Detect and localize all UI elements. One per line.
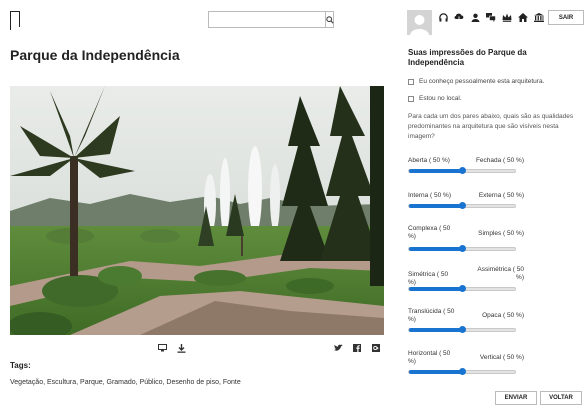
tags-label: Tags: <box>10 361 31 370</box>
slider-fill <box>409 287 462 291</box>
avatar-icon <box>407 10 432 35</box>
slider-thumb[interactable] <box>458 326 466 333</box>
crown-icon[interactable] <box>502 12 512 22</box>
quality-slider[interactable] <box>408 368 516 375</box>
submit-button[interactable]: ENVIAR <box>495 391 537 405</box>
pair-left-label: Simétrica ( 50 %) <box>408 271 449 286</box>
search-box <box>208 11 334 28</box>
pair-left-label: Complexa ( 50 %) <box>408 225 451 240</box>
back-button[interactable]: VOLTAR <box>540 391 582 405</box>
survey-title: Suas impressões do Parque da Independênc… <box>408 48 527 67</box>
landscape-photo <box>10 86 384 335</box>
avatar[interactable] <box>407 10 432 35</box>
twitter-icon[interactable] <box>333 343 343 353</box>
search-icon <box>326 15 334 24</box>
compare-icon[interactable] <box>157 343 167 353</box>
slider-thumb[interactable] <box>458 245 466 252</box>
share-tools <box>333 343 381 353</box>
google-plus-icon[interactable] <box>371 343 381 353</box>
pair-left-label: Aberta ( 50 %) <box>408 157 450 164</box>
search-input[interactable] <box>209 12 325 27</box>
search-button[interactable] <box>325 12 334 27</box>
quality-slider[interactable] <box>408 285 516 292</box>
check-known[interactable]: Eu conheço pessoalmente esta arquitetura… <box>408 78 544 85</box>
checkbox[interactable] <box>408 95 414 102</box>
slider-thumb[interactable] <box>458 167 466 174</box>
museum-icon[interactable] <box>534 12 544 22</box>
pair-left-label: Interna ( 50 %) <box>408 192 451 199</box>
user-icon[interactable] <box>470 12 480 22</box>
check-label: Eu conheço pessoalmente esta arquitetura… <box>419 78 545 85</box>
logout-button[interactable]: SAIR <box>548 10 584 25</box>
logo-icon[interactable] <box>9 11 20 30</box>
pair-left-label: Translúcida ( 50 %) <box>408 308 455 323</box>
slider-thumb[interactable] <box>458 202 466 209</box>
media-tools-left <box>157 343 186 353</box>
cloud-download-icon[interactable] <box>454 12 464 22</box>
pair-right-label: Opaca ( 50 %) <box>482 312 524 319</box>
pair-right-label: Vertical ( 50 %) <box>479 354 524 361</box>
quality-slider[interactable] <box>408 202 516 209</box>
facebook-icon[interactable] <box>352 343 362 353</box>
slider-fill <box>409 370 462 374</box>
home-icon[interactable] <box>518 12 528 22</box>
pair-right-label: Externa ( 50 %) <box>478 192 524 199</box>
slider-fill <box>409 328 462 332</box>
pair-left-label: Horizontal ( 50 %) <box>408 350 451 365</box>
page-title: Parque da Independência <box>10 47 180 63</box>
chat-icon[interactable] <box>486 12 496 22</box>
quality-slider[interactable] <box>408 167 516 174</box>
slider-fill <box>409 247 462 251</box>
quality-slider[interactable] <box>408 245 516 252</box>
check-onsite[interactable]: Estou no local. <box>408 95 462 102</box>
download-icon[interactable] <box>176 343 186 353</box>
user-toolbar <box>438 12 544 22</box>
check-label: Estou no local. <box>419 95 462 102</box>
pair-right-label: Fechada ( 50 %) <box>475 157 524 164</box>
survey-instruction: Para cada um dos pares abaixo, quais são… <box>408 113 574 140</box>
slider-fill <box>409 204 462 208</box>
tags-list: Vegetação, Escultura, Parque, Gramado, P… <box>10 379 241 386</box>
pair-right-label: Simples ( 50 %) <box>478 230 524 237</box>
headphones-icon[interactable] <box>438 12 448 22</box>
checkbox[interactable] <box>408 78 414 85</box>
pair-right-label: Assimétrica ( 50 %) <box>477 266 524 281</box>
slider-fill <box>409 169 462 173</box>
quality-slider[interactable] <box>408 326 516 333</box>
slider-thumb[interactable] <box>458 285 466 292</box>
slider-thumb[interactable] <box>458 368 466 375</box>
